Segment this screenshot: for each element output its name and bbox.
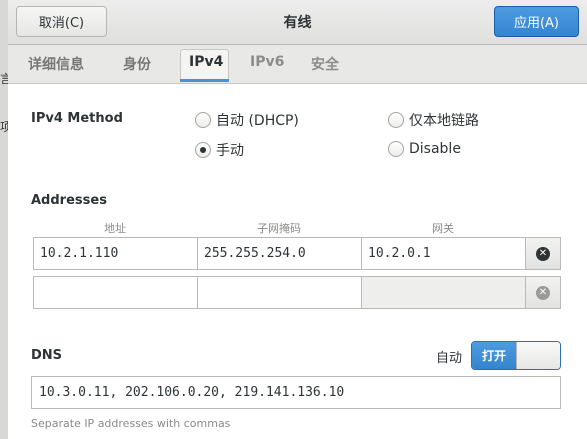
radio-disable[interactable]: Disable — [388, 141, 461, 157]
tab-ipv4[interactable]: IPv4 — [189, 54, 223, 70]
dns-label: DNS — [31, 348, 63, 363]
ipv4-method-label: IPv4 Method — [31, 111, 123, 126]
column-header-address: 地址 — [104, 222, 126, 235]
radio-label: 手动 — [216, 143, 244, 159]
radio-label: 自动 (DHCP) — [216, 113, 299, 129]
tab-bar: 详细信息 身份 IPv4 IPv6 安全 — [8, 45, 587, 84]
dns-automatic-label: 自动 — [436, 351, 463, 366]
radio-label: Disable — [409, 141, 461, 157]
address-field[interactable]: 10.2.1.110 — [33, 237, 198, 270]
tab-ipv6[interactable]: IPv6 — [250, 54, 284, 70]
gateway-field[interactable] — [361, 276, 526, 309]
radio-circle-icon — [195, 112, 211, 128]
radio-checked-icon — [195, 142, 211, 158]
address-field[interactable] — [33, 276, 198, 309]
wired-settings-dialog: 取消(C) 有线 应用(A) 详细信息 身份 IPv4 IPv6 安全 IPv4… — [8, 0, 587, 439]
delete-icon: ✕ — [536, 246, 550, 261]
apply-button[interactable]: 应用(A) — [494, 6, 579, 37]
gateway-field[interactable]: 10.2.0.1 — [361, 237, 526, 270]
column-header-gateway: 网关 — [432, 222, 454, 235]
radio-automatic-dhcp[interactable]: 自动 (DHCP) — [195, 110, 299, 130]
netmask-field[interactable]: 255.255.254.0 — [197, 237, 362, 270]
radio-circle-icon — [388, 112, 404, 128]
radio-manual[interactable]: 手动 — [195, 140, 244, 160]
switch-knob — [516, 342, 560, 369]
radio-link-local-only[interactable]: 仅本地链路 — [388, 110, 479, 130]
radio-label: 仅本地链路 — [409, 113, 479, 129]
header-bar: 取消(C) 有线 应用(A) — [8, 0, 587, 45]
column-header-netmask: 子网掩码 — [257, 222, 301, 235]
delete-address-button[interactable]: ✕ — [525, 276, 561, 309]
dns-servers-input[interactable]: 10.3.0.11, 202.106.0.20, 219.141.136.10 — [31, 376, 561, 409]
netmask-field[interactable] — [197, 276, 362, 309]
switch-on-label: 打开 — [472, 342, 516, 369]
tab-identity[interactable]: 身份 — [123, 54, 151, 74]
active-tab-indicator — [180, 79, 229, 82]
addresses-label: Addresses — [31, 193, 107, 208]
dns-hint: Separate IP addresses with commas — [31, 417, 231, 430]
tab-details[interactable]: 详细信息 — [28, 54, 84, 74]
radio-circle-icon — [388, 141, 404, 157]
delete-address-button[interactable]: ✕ — [525, 237, 561, 270]
tab-security[interactable]: 安全 — [311, 54, 339, 74]
delete-icon: ✕ — [536, 285, 550, 300]
background-window: 言 项 — [0, 0, 12, 439]
dns-automatic-switch[interactable]: 打开 — [471, 341, 561, 370]
